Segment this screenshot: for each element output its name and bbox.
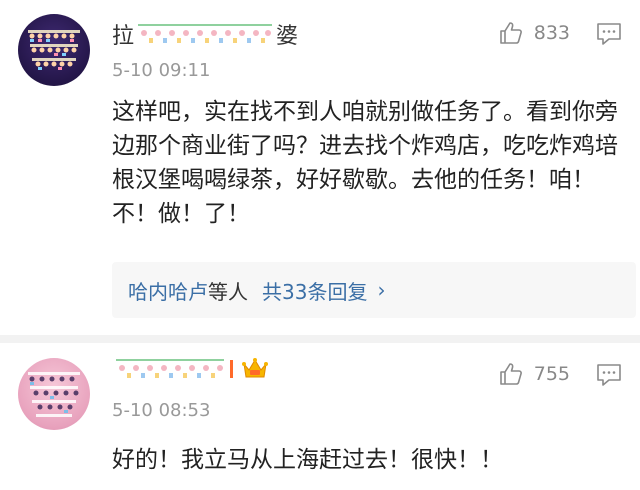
reply-count-link[interactable]: 共33条回复 <box>262 276 367 305</box>
comment-item: 5-10 08:53 755 好的！我立马从上海赶过去！很快！！ <box>0 343 640 490</box>
chevron-right-icon: › <box>377 278 386 302</box>
replies-preview[interactable]: 哈内哈卢 等人 共33条回复 › <box>112 262 636 318</box>
like-count: 833 <box>533 22 570 44</box>
like-button[interactable]: 833 <box>498 20 570 46</box>
comment-item: 拉 婆 5-10 09:11 833 这样吧，实在找不到人咱就别做任务了。看到你… <box>0 0 640 335</box>
like-button[interactable]: 755 <box>498 361 570 387</box>
username-decoration-image <box>114 356 226 382</box>
comment-text: 好的！我立马从上海赶过去！很快！！ <box>112 447 503 473</box>
username[interactable] <box>112 355 269 383</box>
username-suffix: 婆 <box>276 24 299 49</box>
username-decoration-image <box>136 21 274 47</box>
vip-crown-icon <box>241 356 269 382</box>
avatar[interactable] <box>18 14 90 86</box>
username-prefix: 拉 <box>112 24 135 49</box>
reply-icon[interactable] <box>596 363 622 387</box>
thumbs-up-icon <box>499 363 522 385</box>
avatar[interactable] <box>18 358 90 430</box>
comment-divider <box>0 335 640 343</box>
reply-user-link[interactable]: 哈内哈卢 <box>128 276 208 305</box>
comment-time: 5-10 09:11 <box>112 60 211 81</box>
reply-others-label: 等人 <box>208 279 248 304</box>
reply-icon[interactable] <box>596 22 622 46</box>
like-count: 755 <box>533 363 570 385</box>
comment-time: 5-10 08:53 <box>112 400 211 421</box>
vip-bar <box>230 360 233 378</box>
thumbs-up-icon <box>499 22 522 44</box>
username[interactable]: 拉 婆 <box>112 20 299 49</box>
comment-text: 这样吧，实在找不到人咱就别做任务了。看到你旁边那个商业街了吗？进去找个炸鸡店，吃… <box>112 99 618 227</box>
